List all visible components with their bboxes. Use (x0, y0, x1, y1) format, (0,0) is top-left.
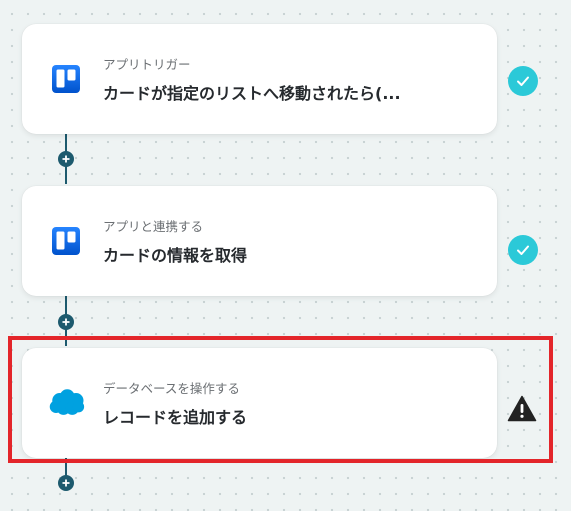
flow-step-card[interactable]: データベースを操作する レコードを追加する (22, 348, 497, 458)
step-subtitle: データベースを操作する (103, 381, 240, 396)
warning-icon (507, 395, 537, 422)
step-subtitle: アプリトリガー (103, 57, 191, 72)
plus-icon (62, 318, 70, 326)
step-title: レコードを追加する (103, 408, 248, 427)
add-step-button[interactable] (58, 314, 74, 330)
add-step-button[interactable] (58, 151, 74, 167)
flow-step-card[interactable]: アプリと連携する カードの情報を取得 (22, 186, 497, 296)
step-complete-badge (508, 235, 538, 265)
check-icon (517, 245, 529, 255)
step-title: カードが指定のリストへ移動されたら(... (103, 84, 401, 103)
salesforce-icon (49, 389, 85, 415)
step-subtitle: アプリと連携する (103, 219, 204, 234)
trello-icon (52, 227, 80, 255)
trello-icon (52, 65, 80, 93)
step-title: カードの情報を取得 (103, 246, 248, 265)
plus-icon (62, 479, 70, 487)
flow-step-card[interactable]: アプリトリガー カードが指定のリストへ移動されたら(... (22, 24, 497, 134)
step-complete-badge (508, 66, 538, 96)
plus-icon (62, 155, 70, 163)
check-icon (517, 76, 529, 86)
add-step-button[interactable] (58, 475, 74, 491)
